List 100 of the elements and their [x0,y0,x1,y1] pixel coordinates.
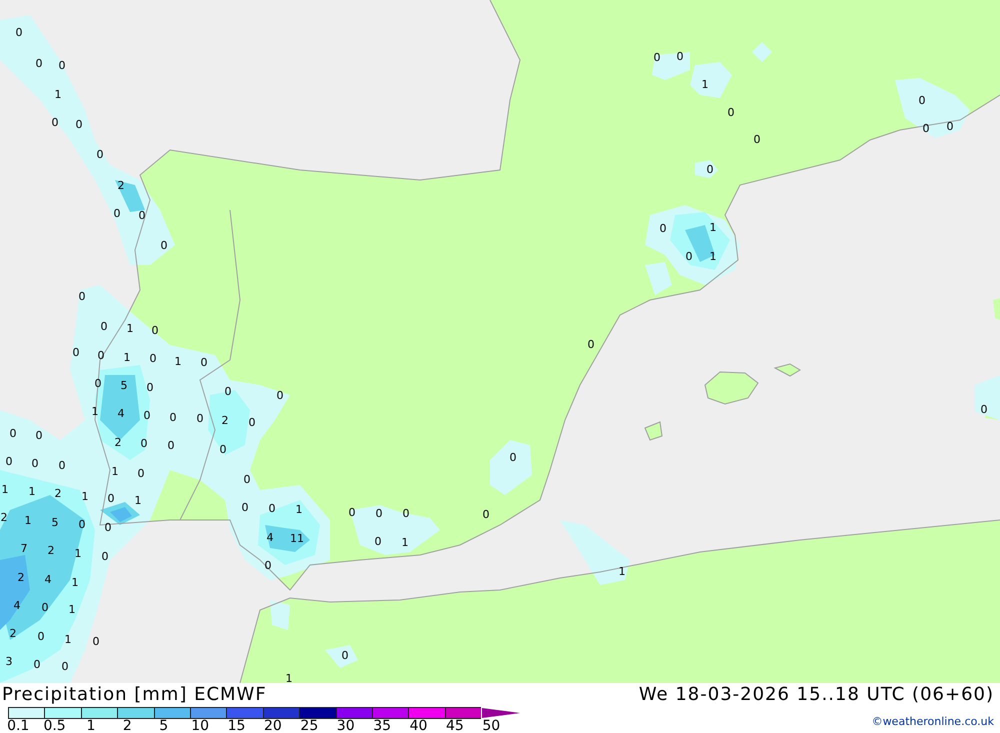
value-label: 1 [710,222,716,234]
value-label: 0 [78,291,86,303]
value-label: 4 [266,532,274,544]
legend-label: 30 [336,718,356,733]
legend-label: 5 [158,718,170,733]
value-label: 1 [112,466,118,478]
legend-label: 25 [299,718,320,733]
value-label: 0 [78,519,86,531]
value-label: 0 [510,452,516,464]
value-label: 0 [150,353,156,365]
value-label: 1 [68,604,76,616]
value-label: 1 [2,484,8,496]
value-label: 11 [290,533,304,545]
value-label: 0 [220,444,226,456]
value-label: 0 [588,339,594,351]
value-label: 0 [62,661,68,673]
value-label: 1 [296,504,302,516]
value-label: 0 [10,428,16,440]
legend-label: 0.1 [6,718,30,733]
legend-label: 10 [190,718,210,733]
value-label: 0 [706,164,714,176]
value-label: 4 [44,574,52,586]
value-label: 0 [918,95,926,107]
value-label: 1 [710,251,716,263]
value-label: 1 [72,577,78,589]
value-label: 7 [20,543,28,555]
value-label: 0 [980,404,988,416]
value-label: 0 [224,386,232,398]
value-label: 0 [138,468,144,480]
value-label: 0 [264,560,272,572]
value-label: 0 [146,382,154,394]
value-label: 0 [6,456,12,468]
value-label: 0 [76,119,82,131]
value-label: 5 [52,517,58,529]
value-label: 0 [654,52,660,64]
value-label: 0 [946,121,954,133]
value-label: 1 [286,673,292,683]
value-label: 0 [200,357,208,369]
value-label: 0 [98,350,104,362]
value-label: 0 [660,223,666,235]
legend-label: 0.5 [42,718,67,733]
value-label: 0 [102,551,108,563]
value-label: 0 [342,650,348,662]
value-label: 0 [38,631,44,643]
legend-label: 1 [86,718,96,733]
value-label: 1 [402,537,408,549]
value-label: 5 [120,380,128,392]
value-label: 0 [96,149,104,161]
value-label: 0 [374,536,382,548]
value-label: 0 [36,58,42,70]
value-label: 0 [16,27,22,39]
value-label: 0 [242,502,248,514]
credit-link[interactable]: ©weatheronline.co.uk [872,715,994,728]
value-label: 1 [126,323,134,335]
legend-label: 50 [481,718,502,733]
value-label: 2 [10,628,16,640]
value-label: 0 [268,503,276,515]
value-label: 0 [140,438,148,450]
legend-label: 2 [122,718,133,733]
value-label: 0 [276,390,284,402]
value-label: 2 [114,437,122,449]
value-label: 1 [64,634,72,646]
value-label: 0 [728,107,734,119]
value-label: 1 [174,356,182,368]
value-label: 1 [74,548,82,560]
value-label: 2 [0,512,8,524]
value-label: 0 [922,123,930,135]
legend-label: 35 [372,718,392,733]
value-label: 0 [100,321,108,333]
value-label: 0 [42,602,48,614]
value-label: 0 [402,508,410,520]
value-label: 0 [58,60,66,72]
valid-time: We 18-03-2026 15..18 UTC (06+60) [638,683,994,707]
value-label: 0 [196,413,204,425]
value-label: 0 [754,134,760,146]
value-label: 0 [108,493,114,505]
value-label: 1 [618,566,626,578]
value-label: 0 [36,430,42,442]
value-label: 0 [34,659,40,671]
value-label: 0 [170,412,176,424]
value-label: 0 [72,347,80,359]
value-label: 0 [138,210,146,222]
value-label: 2 [222,415,228,427]
value-label: 0 [482,509,490,521]
value-label: 1 [24,515,32,527]
value-label: 1 [92,406,98,418]
map-title: Precipitation [mm] ECMWF [2,683,267,707]
value-label: 0 [168,440,174,452]
value-label: 0 [244,474,250,486]
value-label: 0 [248,417,256,429]
value-label: 0 [92,636,100,648]
legend-label: 45 [444,718,465,733]
value-label: 1 [124,352,130,364]
value-label: 0 [52,117,58,129]
legend-label: 20 [263,718,283,733]
value-label: 0 [114,208,120,220]
value-label: 2 [48,545,54,557]
value-label: 0 [676,51,684,63]
value-label: 0 [32,458,38,470]
value-label: 0 [144,410,150,422]
